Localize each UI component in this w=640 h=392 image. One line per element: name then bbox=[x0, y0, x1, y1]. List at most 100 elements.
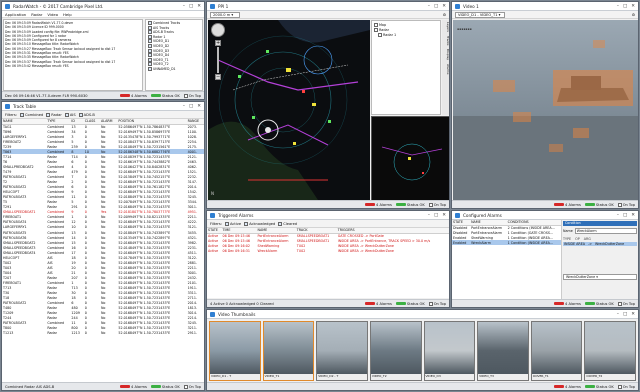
minimize-icon[interactable]: – bbox=[617, 4, 619, 9]
table-row[interactable]: Active 06 Dec 09:15:46 PortEntranceAlarm SM… bbox=[207, 238, 449, 243]
menu-video[interactable]: Video bbox=[47, 12, 58, 17]
tree-item[interactable]: UNNAMED_D1 bbox=[148, 66, 200, 72]
status-indicator: Status OK bbox=[584, 302, 614, 306]
menu-radar[interactable]: Radar bbox=[31, 12, 42, 17]
video-thumbnail[interactable]: VIDEO_D2 - T bbox=[316, 321, 368, 381]
on-top-checkbox[interactable]: On Top bbox=[617, 384, 635, 389]
table-cell: 0 bbox=[84, 331, 87, 336]
ppi-window: PPI 1 – □ ✕ 2000.0 m ▾ ⚙ N + − Map Radar… bbox=[206, 1, 450, 209]
video-thumbnail[interactable]: OOVER_T1 bbox=[530, 321, 583, 381]
table-row[interactable]: Active 06 Dec 09:16:31 WreckAlarm TU02 INSID… bbox=[207, 248, 449, 253]
video-thumbnail[interactable]: OOVER_T2 bbox=[584, 321, 636, 381]
message-log: Dec 06 09:15:09 RadarWatch V1.77.0-devm D… bbox=[3, 19, 143, 91]
filter-acknowledged[interactable]: Acknowledged bbox=[244, 221, 275, 226]
tab-alarms[interactable]: Alarms bbox=[442, 64, 449, 74]
maximize-icon[interactable]: □ bbox=[623, 4, 627, 9]
on-top-checkbox[interactable]: On Top bbox=[617, 301, 635, 306]
svg-text:▪▪▪▪▪▪▪: ▪▪▪▪▪▪▪ bbox=[457, 27, 472, 31]
zone-select[interactable]: WreckDutterZone ▾ bbox=[563, 274, 637, 280]
range-select[interactable]: 2000.0 m ▾ bbox=[210, 11, 240, 18]
status-text: Dec 06 09:16:46 V1.77.0-devm FLR 990-603… bbox=[5, 93, 88, 98]
on-top-checkbox[interactable]: On Top bbox=[617, 202, 635, 207]
menu-application[interactable]: Application bbox=[5, 12, 26, 17]
on-top-checkbox[interactable]: On Top bbox=[183, 93, 201, 98]
configured-alarms-table: STATE NAME CONDITIONS Disabled PortEntrance… bbox=[452, 220, 562, 300]
col-type: TYPE bbox=[563, 237, 572, 241]
maximize-icon[interactable]: □ bbox=[434, 213, 438, 218]
configured-alarms-statusbar: 4 Alarms Status OK On Top bbox=[452, 299, 638, 307]
close-icon[interactable]: ✕ bbox=[631, 213, 635, 218]
filter-radar[interactable]: Radar bbox=[46, 112, 62, 117]
tab-layers[interactable]: Layers bbox=[442, 22, 449, 32]
filter-combined[interactable]: Combined bbox=[19, 112, 43, 117]
video-thumbnail[interactable]: VIDEO_T2 bbox=[369, 321, 422, 381]
maximize-icon[interactable]: □ bbox=[623, 213, 627, 218]
zoom-out-button[interactable]: − bbox=[215, 74, 221, 80]
on-top-checkbox[interactable]: On Top bbox=[428, 301, 446, 306]
thumbnail-label: OOVER_T2 bbox=[585, 374, 635, 380]
close-icon[interactable]: ✕ bbox=[631, 4, 635, 9]
minimize-icon[interactable]: – bbox=[617, 312, 619, 317]
mini-ppi[interactable] bbox=[371, 116, 449, 201]
svg-text:N: N bbox=[211, 191, 214, 196]
maximize-icon[interactable]: □ bbox=[189, 104, 193, 109]
name-field[interactable]: WreckAlarm bbox=[574, 228, 637, 234]
thumbnails-statusbar: 4 Alarms Status OK On Top bbox=[207, 382, 638, 390]
on-top-checkbox[interactable]: On Top bbox=[428, 202, 446, 207]
video-thumbnail[interactable]: VIDEO_T1 bbox=[262, 321, 315, 381]
maximize-icon[interactable]: □ bbox=[434, 4, 438, 9]
menu-help[interactable]: Help bbox=[63, 12, 72, 17]
close-icon[interactable]: ✕ bbox=[631, 312, 635, 317]
status-indicator: Status OK bbox=[584, 203, 614, 207]
video-thumbnail[interactable]: VIDEO_T3 bbox=[477, 321, 529, 381]
video-thumbnail[interactable]: VIDEO_D3 bbox=[423, 321, 476, 381]
settings-icon[interactable]: ⚙ bbox=[443, 13, 446, 17]
table-row[interactable]: Enabled WreckAlarm 1 Condition (INSIDE ARE… bbox=[452, 240, 561, 246]
filter-adsb[interactable]: ADS-B bbox=[78, 112, 95, 117]
zoom-in-button[interactable]: + bbox=[215, 40, 221, 46]
camera-select[interactable]: VIDEO_D1 - VIDEO_T1 ▾ bbox=[455, 11, 505, 18]
maximize-icon[interactable]: □ bbox=[189, 4, 193, 9]
status-indicator: Status OK bbox=[150, 94, 180, 98]
filter-ais[interactable]: AIS bbox=[64, 112, 76, 117]
video-thumbnail[interactable]: VIDEO_D1 - T bbox=[209, 321, 261, 381]
status-indicator: Status OK bbox=[395, 302, 425, 306]
alarm-editor: Condition Name WreckAlarm TYPE OP ARG IN… bbox=[562, 220, 638, 300]
triggered-alarms-table: STATE TIME NAME TRACK TRIGGERS Active 06 Dec … bbox=[207, 228, 449, 298]
source-tree: Combined Tracks AIS Tracks ADS-B Tracks Rad… bbox=[145, 19, 203, 91]
editor-header: Condition bbox=[563, 221, 637, 226]
close-icon[interactable]: ✕ bbox=[442, 213, 446, 218]
maximize-icon[interactable]: □ bbox=[623, 312, 627, 317]
thumbnails-title: Video Thumbnails bbox=[218, 311, 256, 317]
filter-active[interactable]: Active bbox=[224, 221, 241, 226]
settings-icon[interactable]: ⚙ bbox=[632, 13, 635, 17]
app-icon bbox=[5, 103, 10, 109]
video1-toolbar: VIDEO_D1 - VIDEO_T1 ▾ ⚙ bbox=[452, 11, 638, 19]
close-icon[interactable]: ✕ bbox=[197, 4, 201, 9]
minimize-icon[interactable]: – bbox=[617, 213, 619, 218]
tab-tracks[interactable]: Tracks bbox=[442, 36, 449, 45]
radarwatch-titlebar: RadarWatch - © 2017 Cambridge Pixel Ltd.… bbox=[2, 2, 204, 11]
table-cell: WreckAlarm bbox=[257, 248, 278, 253]
menu-bar: Application Radar Video Help bbox=[2, 11, 204, 18]
on-top-checkbox[interactable]: On Top bbox=[183, 384, 201, 389]
col-arg: ARG bbox=[583, 237, 591, 241]
minimize-icon[interactable]: – bbox=[183, 4, 185, 9]
triggered-alarms-title: Triggered Alarms bbox=[218, 212, 254, 218]
close-icon[interactable]: ✕ bbox=[197, 104, 201, 109]
mini-radar-graphic bbox=[372, 117, 449, 201]
close-icon[interactable]: ✕ bbox=[442, 4, 446, 9]
track-table-statusbar: Combined Radar AIS ADS-B 4 Alarms Status… bbox=[2, 382, 204, 390]
table-cell: 1 Condition (INSIDE AREA... bbox=[506, 240, 561, 246]
table-row[interactable]: T1213 Radar 1213 0 No 52.0168497°N 1.50.72314… bbox=[2, 331, 204, 336]
video1-feed[interactable]: ▪▪▪▪▪▪▪ bbox=[453, 20, 638, 200]
ppi-display[interactable]: N + − bbox=[208, 20, 370, 200]
minimize-icon[interactable]: – bbox=[428, 4, 430, 9]
pan-control[interactable] bbox=[211, 23, 225, 37]
minimize-icon[interactable]: – bbox=[183, 104, 185, 109]
tab-display[interactable]: Display bbox=[442, 49, 449, 60]
zoom-slider[interactable] bbox=[217, 47, 219, 73]
layer-radar-1[interactable]: Radar 1 bbox=[374, 33, 438, 38]
minimize-icon[interactable]: – bbox=[428, 213, 430, 218]
filter-cleared[interactable]: Cleared bbox=[278, 221, 297, 226]
